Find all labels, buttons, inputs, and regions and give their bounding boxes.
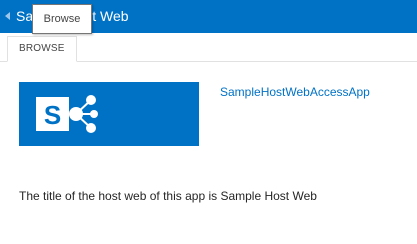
app-title-link[interactable]: SampleHostWebAccessApp bbox=[220, 84, 370, 100]
app-logo: S bbox=[19, 82, 199, 146]
logo-letter: S bbox=[44, 100, 61, 130]
page: Sample Host Web BROWSE Browse S SampleHo… bbox=[0, 0, 417, 244]
back-arrow-icon[interactable] bbox=[5, 12, 10, 20]
browse-tooltip: Browse bbox=[32, 4, 92, 34]
logo-node-right bbox=[90, 110, 98, 118]
host-web-title-message: The title of the host web of this app is… bbox=[19, 189, 317, 203]
logo-node-top bbox=[86, 95, 96, 105]
sharepoint-logo-icon: S bbox=[36, 95, 98, 133]
tab-browse[interactable]: BROWSE bbox=[7, 36, 77, 62]
ribbon: BROWSE bbox=[0, 33, 417, 62]
logo-node-bottom bbox=[86, 123, 96, 133]
